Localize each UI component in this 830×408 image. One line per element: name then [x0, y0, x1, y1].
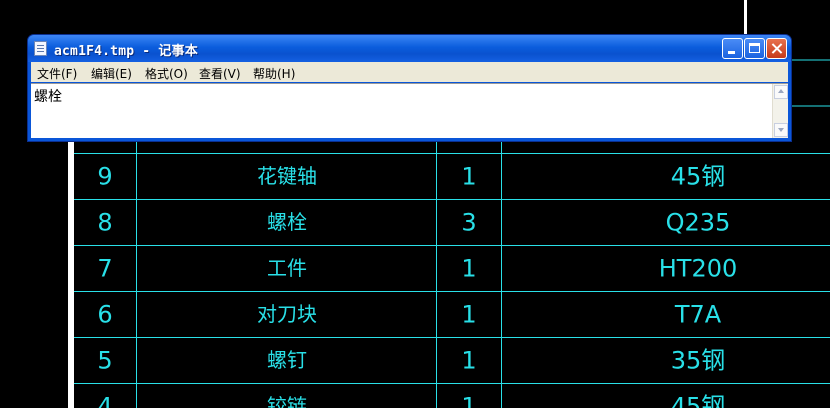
menu-bar: 文件(F) 编辑(E) 格式(O) 查看(V) 帮助(H): [31, 62, 788, 82]
close-button[interactable]: [766, 38, 787, 59]
drawing-border: [68, 140, 74, 408]
menu-format[interactable]: 格式(O): [145, 65, 188, 82]
table-cell-material: HT200: [659, 255, 738, 283]
notepad-window[interactable]: acm1F4.tmp - 记事本 文件(F) 编辑(E) 格式(O) 查看(V)…: [28, 35, 791, 141]
menu-view[interactable]: 查看(V): [199, 65, 241, 82]
scroll-up-icon[interactable]: [774, 85, 788, 99]
table-cell-no: 8: [97, 209, 112, 237]
menu-edit[interactable]: 编辑(E): [91, 65, 132, 82]
table-cell-qty: 3: [461, 209, 476, 237]
table-cell-qty: 1: [461, 347, 476, 375]
scroll-down-icon[interactable]: [774, 123, 788, 137]
table-cell-name: 工件: [267, 256, 307, 280]
table-cell-no: 9: [97, 163, 112, 191]
window-title: acm1F4.tmp - 记事本: [54, 44, 198, 59]
table-cell-name: 螺钉: [267, 348, 307, 372]
table-cell-material: 45钢: [671, 163, 726, 191]
table-cell-no: 7: [97, 255, 112, 283]
menu-help[interactable]: 帮助(H): [253, 65, 295, 82]
table-cell-no: 6: [97, 301, 112, 329]
maximize-button[interactable]: [744, 38, 765, 59]
table-cell-material: Q235: [666, 209, 731, 237]
table-cell-material: T7A: [674, 301, 722, 329]
table-cell-qty: 1: [461, 163, 476, 191]
table-cell-qty: 1: [461, 393, 476, 408]
table-cell-material: 35钢: [671, 347, 726, 375]
table-cell-name: 螺栓: [267, 210, 307, 234]
vertical-scrollbar[interactable]: [772, 84, 788, 138]
table-cell-no: 5: [97, 347, 112, 375]
editor-content: 螺栓: [34, 89, 62, 105]
table-cell-no: 4: [97, 393, 112, 408]
table-cell-name: 花键轴: [257, 164, 317, 188]
menu-file[interactable]: 文件(F): [37, 65, 77, 82]
drawing-frame-line: [744, 0, 747, 35]
notepad-icon[interactable]: [34, 41, 47, 56]
table-cell-name: 对刀块: [257, 302, 317, 326]
text-editor[interactable]: 螺栓: [31, 83, 788, 138]
notepad-titlebar[interactable]: acm1F4.tmp - 记事本: [28, 35, 791, 62]
minimize-button[interactable]: [722, 38, 743, 59]
table-cell-qty: 1: [461, 301, 476, 329]
table-cell-name: 铰链: [267, 394, 307, 408]
table-cell-qty: 1: [461, 255, 476, 283]
table-cell-material: 45钢: [671, 393, 726, 408]
